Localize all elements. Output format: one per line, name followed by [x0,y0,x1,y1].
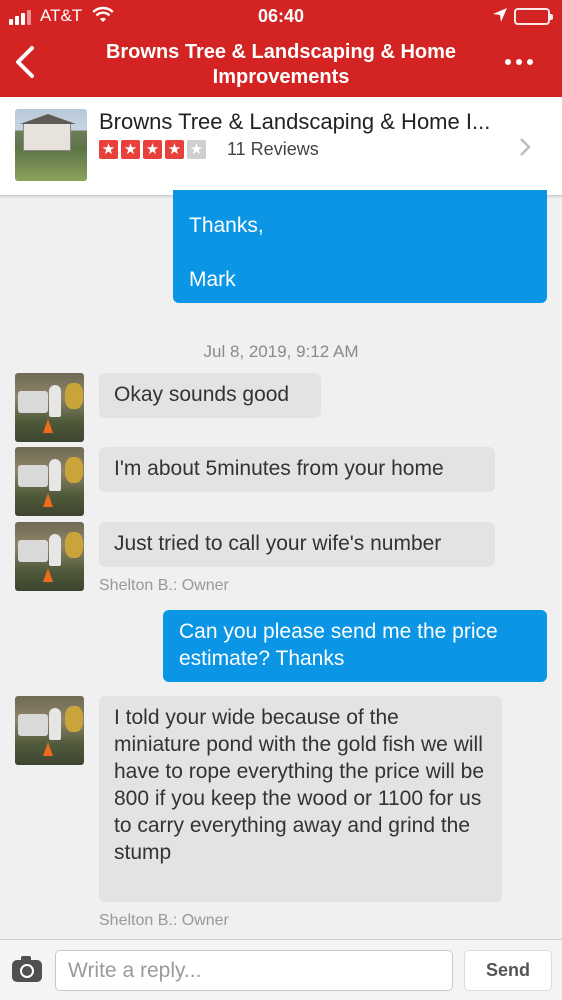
reply-input[interactable] [55,950,453,991]
review-count: 11 Reviews [227,139,319,159]
chevron-left-icon[interactable] [10,42,40,82]
nav-title: Browns Tree & Landscaping & Home Improve… [105,41,457,88]
business-name[interactable]: Browns Tree & Landscaping & Home I... [99,109,490,135]
status-bar: AT&T 06:40 [0,0,562,32]
star-icon: ★ [121,140,140,159]
avatar[interactable] [15,522,84,591]
message-incoming: I told your wide because of the miniatur… [99,696,502,902]
business-photo [15,109,87,181]
avatar[interactable] [15,373,84,442]
star-empty-icon: ★ [187,140,206,159]
star-icon: ★ [143,140,162,159]
sender-label: Shelton B.: Owner [99,912,229,929]
send-button[interactable]: Send [464,950,552,991]
location-arrow-icon [493,8,507,22]
message-text: Thanks, [189,214,264,237]
camera-icon[interactable] [12,956,42,982]
reply-composer: Send [0,939,562,1000]
app-header: AT&T 06:40 Browns Tree & Landscaping & H… [0,0,562,97]
rating-stars: ★ ★ ★ ★ ★ [99,140,206,159]
date-separator: Jul 8, 2019, 9:12 AM [203,342,359,361]
status-time: 06:40 [257,6,305,26]
more-icon[interactable] [505,59,533,65]
battery-icon [514,8,553,25]
message-incoming: Okay sounds good [99,373,321,418]
sender-label: Shelton B.: Owner [99,577,229,594]
message-outgoing: Can you please send me the price estimat… [163,610,547,682]
message-text: Mark [189,268,236,291]
chevron-right-icon[interactable] [518,136,532,158]
message-incoming: I'm about 5minutes from your home [99,447,495,492]
message-outgoing: Thanks, Mark [173,190,547,303]
message-incoming: Just tried to call your wife's number [99,522,495,567]
avatar[interactable] [15,696,84,765]
star-icon: ★ [165,140,184,159]
star-icon: ★ [99,140,118,159]
avatar[interactable] [15,447,84,516]
